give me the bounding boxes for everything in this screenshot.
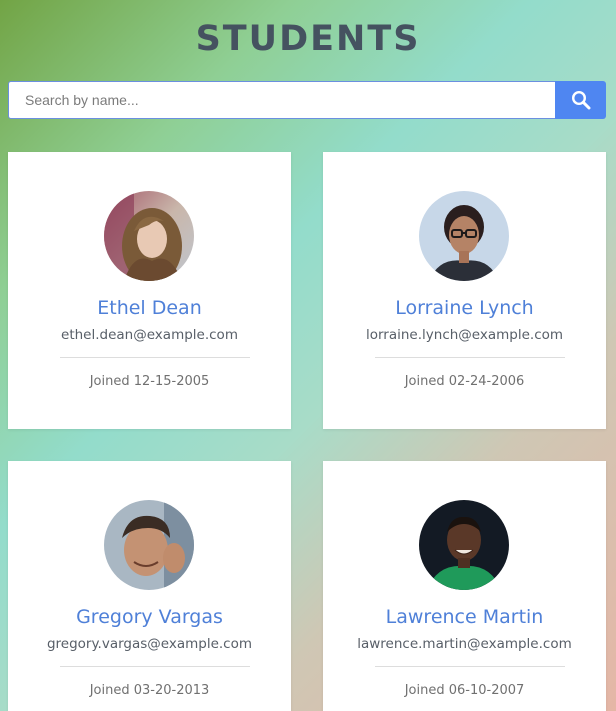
avatar-photo [419,191,509,281]
avatar-photo [419,500,509,590]
avatar [419,500,509,590]
avatar-photo [104,191,194,281]
student-card[interactable]: Lawrence Martin lawrence.martin@example.… [323,461,606,711]
avatar [104,191,194,281]
divider [60,357,250,358]
avatar [104,500,194,590]
student-email: lawrence.martin@example.com [357,636,572,652]
student-email: ethel.dean@example.com [61,327,238,343]
student-card[interactable]: Lorraine Lynch lorraine.lynch@example.co… [323,152,606,429]
avatar [419,191,509,281]
joined-date: Joined 12-15-2005 [89,374,210,389]
search-icon [571,90,590,110]
student-name[interactable]: Lorraine Lynch [323,295,606,321]
joined-date: Joined 02-24-2006 [404,374,525,389]
search-button[interactable] [555,81,606,119]
search-bar [8,81,606,119]
divider [60,666,250,667]
joined-date: Joined 03-20-2013 [89,683,210,698]
joined-date: Joined 06-10-2007 [404,683,525,698]
student-email: lorraine.lynch@example.com [365,327,564,343]
search-input[interactable] [8,81,555,119]
student-name[interactable]: Ethel Dean [8,295,291,321]
page-title: STUDENTS [195,19,421,59]
student-card[interactable]: Gregory Vargas gregory.vargas@example.co… [8,461,291,711]
student-name[interactable]: Lawrence Martin [323,604,606,630]
divider [375,357,565,358]
student-email: gregory.vargas@example.com [46,636,253,652]
divider [375,666,565,667]
student-card[interactable]: Ethel Dean ethel.dean@example.com Joined… [8,152,291,429]
avatar-photo [104,500,194,590]
student-name[interactable]: Gregory Vargas [8,604,291,630]
